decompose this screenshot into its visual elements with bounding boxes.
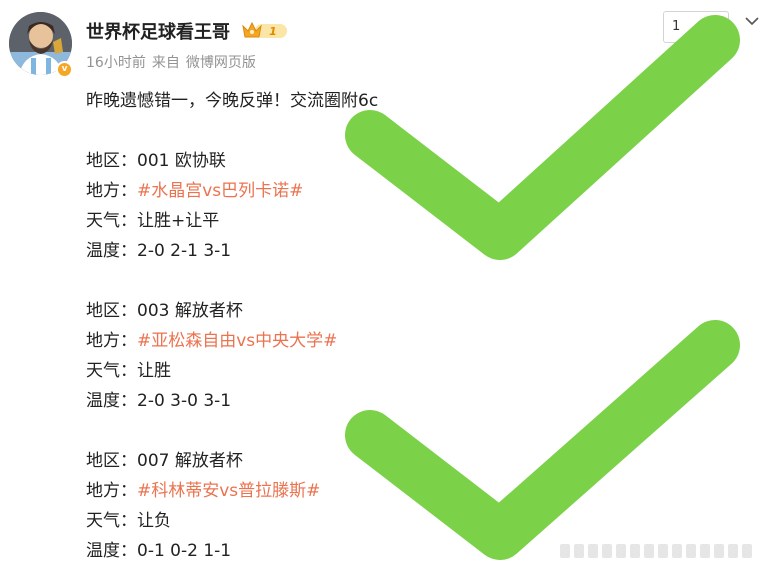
match-topic-link[interactable]: #水晶宫vs巴列卡诺# bbox=[137, 181, 303, 201]
region-line: 地区：007 解放者杯 bbox=[86, 446, 378, 476]
temp-label: 温度： bbox=[86, 241, 137, 261]
crown-icon[interactable]: 1 bbox=[242, 21, 289, 41]
side-label: 地方： bbox=[86, 481, 137, 501]
pick-value: 让胜 bbox=[137, 361, 171, 381]
pick-line: 天气：让负 bbox=[86, 506, 378, 536]
post-intro: 昨晚遗憾错一，今晚反弹！交流圈附6c bbox=[86, 91, 379, 111]
pick-line: 天气：让胜+让平 bbox=[86, 206, 378, 236]
match-line: 地方：#水晶宫vs巴列卡诺# bbox=[86, 176, 378, 206]
score-values: 2-0 2-1 3-1 bbox=[137, 241, 232, 261]
verified-badge-icon: v bbox=[56, 61, 73, 78]
username[interactable]: 世界杯足球看王哥 bbox=[86, 18, 230, 44]
match-line: 地方：#亚松森自由vs中央大学# bbox=[86, 326, 378, 356]
chevron-down-icon[interactable] bbox=[745, 16, 759, 26]
image-thumbnail-strip[interactable] bbox=[560, 544, 765, 558]
match-topic-link[interactable]: #亚松森自由vs中央大学# bbox=[137, 331, 337, 351]
score-values: 2-0 3-0 3-1 bbox=[137, 391, 232, 411]
region-value: 003 解放者杯 bbox=[137, 301, 243, 321]
pick-value: 让胜+让平 bbox=[137, 211, 220, 231]
pick-line: 天气：让胜 bbox=[86, 356, 378, 386]
post-meta: 16小时前 来自 微博网页版 bbox=[86, 52, 262, 72]
match-topic-link[interactable]: #科林蒂安vs普拉滕斯# bbox=[137, 481, 320, 501]
side-label: 地方： bbox=[86, 181, 137, 201]
weather-label: 天气： bbox=[86, 511, 137, 531]
vip-level: 1 bbox=[269, 25, 277, 38]
green-checkmark-icon bbox=[345, 320, 740, 560]
match-line: 地方：#科林蒂安vs普拉滕斯# bbox=[86, 476, 378, 506]
temp-label: 温度： bbox=[86, 391, 137, 411]
post-body: 昨晚遗憾错一，今晚反弹！交流圈附6c 地区：001 欧协联 地方：#水晶宫vs巴… bbox=[86, 86, 378, 566]
region-line: 地区：003 解放者杯 bbox=[86, 296, 378, 326]
region-label: 地区： bbox=[86, 301, 137, 321]
region-label: 地区： bbox=[86, 151, 137, 171]
pick-block-1: 地区：001 欧协联 地方：#水晶宫vs巴列卡诺# 天气：让胜+让平 温度：2-… bbox=[86, 146, 378, 266]
weather-label: 天气： bbox=[86, 361, 137, 381]
post-source[interactable]: 微博网页版 bbox=[186, 55, 256, 71]
green-checkmark-icon bbox=[345, 15, 740, 260]
region-value: 001 欧协联 bbox=[137, 151, 226, 171]
follow-button[interactable]: 1 bbox=[663, 11, 729, 43]
side-label: 地方： bbox=[86, 331, 137, 351]
score-line: 温度：2-0 3-0 3-1 bbox=[86, 386, 378, 416]
region-label: 地区： bbox=[86, 451, 137, 471]
post-time[interactable]: 16小时前 bbox=[86, 55, 146, 71]
temp-label: 温度： bbox=[86, 541, 137, 561]
score-values: 0-1 0-2 1-1 bbox=[137, 541, 232, 561]
pick-value: 让负 bbox=[137, 511, 171, 531]
source-prefix: 来自 bbox=[151, 55, 180, 71]
region-value: 007 解放者杯 bbox=[137, 451, 243, 471]
weather-label: 天气： bbox=[86, 211, 137, 231]
score-line: 温度：0-1 0-2 1-1 bbox=[86, 536, 378, 566]
region-line: 地区：001 欧协联 bbox=[86, 146, 378, 176]
pick-block-3: 地区：007 解放者杯 地方：#科林蒂安vs普拉滕斯# 天气：让负 温度：0-1… bbox=[86, 446, 378, 566]
score-line: 温度：2-0 2-1 3-1 bbox=[86, 236, 378, 266]
pick-block-2: 地区：003 解放者杯 地方：#亚松森自由vs中央大学# 天气：让胜 温度：2-… bbox=[86, 296, 378, 416]
